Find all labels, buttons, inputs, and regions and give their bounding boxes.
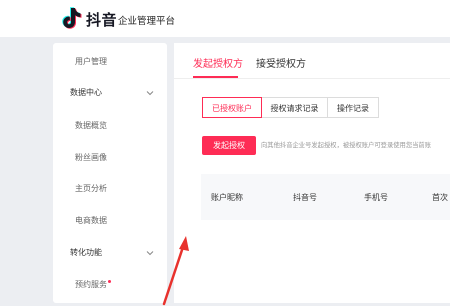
sidebar-item-user-management[interactable]: 用户管理 bbox=[53, 52, 167, 72]
annotation-arrow-icon bbox=[162, 236, 189, 306]
sidebar-group-data-center[interactable]: 数据中心 bbox=[53, 83, 167, 103]
notification-dot bbox=[108, 280, 111, 283]
column-header-douyin-id: 抖音号 bbox=[293, 193, 317, 202]
brand-name[interactable]: 抖音 bbox=[86, 9, 117, 30]
column-header-phone: 手机号 bbox=[364, 193, 388, 202]
platform-subtitle: 企业管理平台 bbox=[118, 16, 176, 27]
sidebar-item-label: 预约服务 bbox=[75, 275, 111, 295]
chevron-down-icon bbox=[146, 251, 154, 256]
tab-accept-authorization[interactable]: 接受授权方 bbox=[256, 55, 306, 70]
segment-request-records[interactable]: 授权请求记录 bbox=[261, 97, 328, 118]
top-bar: 抖音 企业管理平台 bbox=[0, 0, 450, 37]
sidebar-item-label: 电商数据 bbox=[75, 216, 107, 225]
sidebar-item-label: 数据概览 bbox=[75, 121, 107, 130]
sidebar-item-homepage-analysis[interactable]: 主页分析 bbox=[53, 179, 167, 199]
sidebar-item-data-overview[interactable]: 数据概览 bbox=[53, 116, 167, 136]
tab-initiate-authorization[interactable]: 发起授权方 bbox=[193, 55, 243, 70]
segment-authorized-accounts[interactable]: 已授权账户 bbox=[202, 97, 262, 118]
sidebar-item-label: 数据中心 bbox=[70, 88, 102, 97]
sidebar-item-fan-profile[interactable]: 粉丝画像 bbox=[53, 148, 167, 168]
main-panel: 发起授权方 接受授权方 已授权账户 授权请求记录 操作记录 发起授权 向其他抖音… bbox=[174, 43, 450, 303]
sidebar-item-booking-service[interactable]: 预约服务 bbox=[53, 275, 167, 295]
sidebar-item-label: 用户管理 bbox=[75, 57, 107, 66]
column-header-first: 首次 bbox=[432, 193, 448, 202]
sidebar: 用户管理 数据中心 数据概览 粉丝画像 主页分析 电商数据 转化功能 预约服务 bbox=[53, 43, 167, 303]
column-header-nickname: 账户昵称 bbox=[211, 193, 243, 202]
tab-divider bbox=[174, 78, 450, 79]
initiate-authorization-button[interactable]: 发起授权 bbox=[202, 136, 256, 155]
chevron-down-icon bbox=[146, 91, 154, 96]
authorization-hint-text: 向其他抖音企业号发起授权，被授权账户可登录使用您当前账 bbox=[261, 142, 432, 149]
sidebar-item-label-text: 预约服务 bbox=[75, 280, 107, 289]
segment-operation-records[interactable]: 操作记录 bbox=[327, 97, 379, 118]
sidebar-item-label: 转化功能 bbox=[70, 248, 102, 257]
sidebar-group-conversion[interactable]: 转化功能 bbox=[53, 243, 167, 263]
sidebar-item-label: 主页分析 bbox=[75, 184, 107, 193]
table-header: 账户昵称 抖音号 手机号 首次 bbox=[201, 174, 450, 220]
sidebar-item-label: 粉丝画像 bbox=[75, 153, 107, 162]
douyin-logo-icon[interactable] bbox=[62, 7, 82, 29]
sidebar-item-ecommerce-data[interactable]: 电商数据 bbox=[53, 211, 167, 231]
